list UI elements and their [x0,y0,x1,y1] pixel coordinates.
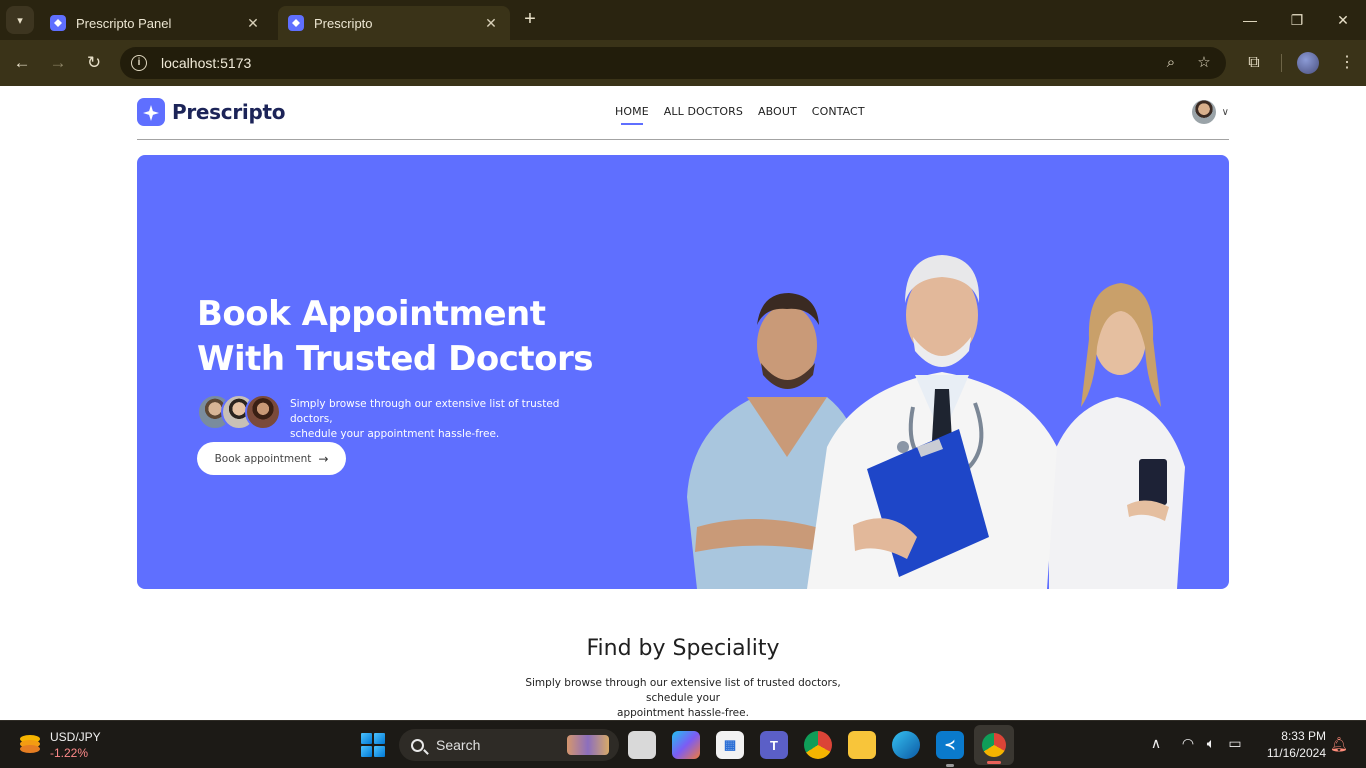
tab-search-menu-button[interactable]: ▾ [6,6,34,34]
hero-banner: Book Appointment With Trusted Doctors Si… [137,155,1229,589]
chrome-icon [982,733,1006,757]
speciality-section-description: Simply browse through our extensive list… [508,676,858,720]
close-tab-icon[interactable]: ✕ [482,15,500,32]
microsoft-store-icon[interactable]: ▦ [716,731,744,759]
new-tab-button[interactable]: + [518,8,542,32]
address-url[interactable]: localhost:5173 [161,55,251,71]
browser-toolbar: ← → ↻ i localhost:5173 ⌕ ☆ ⧉ ⋮ [0,40,1366,86]
logo-text: Prescripto [172,100,286,124]
restore-window-button[interactable]: ❐ [1285,8,1309,32]
doctor-center [807,255,1057,589]
taskbar-clock-time[interactable]: 8:33 PM [1262,729,1326,743]
browser-tab-prescripto[interactable]: Prescripto ✕ [278,6,510,40]
show-hidden-icons-chevron-icon[interactable]: ∧ [1146,735,1166,752]
web-page: Prescripto HOME ALL DOCTORS ABOUT CONTAC… [0,86,1366,720]
site-logo[interactable]: Prescripto [137,98,285,126]
book-appointment-button[interactable]: Book appointment → [197,442,346,475]
browser-menu-icon[interactable]: ⋮ [1335,51,1359,75]
copilot-icon[interactable] [672,731,700,759]
prescripto-favicon-icon [50,15,66,31]
hero-title-line-1: Book Appointment [197,294,546,334]
vscode-icon[interactable]: ≺ [936,731,964,767]
browser-profile-avatar[interactable] [1297,52,1319,74]
prescripto-logo-icon [137,98,165,126]
search-icon [411,738,424,752]
chevron-down-icon[interactable]: ∨ [1222,107,1229,118]
nav-contact[interactable]: CONTACT [812,105,865,118]
site-info-icon[interactable]: i [131,55,147,71]
volume-icon[interactable]: 🔈︎ [1201,735,1221,752]
nav-home[interactable]: HOME [615,105,649,125]
hero-description-line-2: schedule your appointment hassle-free. [290,428,500,440]
main-menu: HOME ALL DOCTORS ABOUT CONTACT [615,105,865,125]
chrome-profile-icon[interactable] [974,725,1014,765]
profile-photo [245,394,281,430]
reload-button[interactable]: ↻ [82,51,106,75]
speciality-description-line-1: Simply browse through our extensive list… [525,677,841,704]
chrome-icon[interactable] [804,731,832,759]
nav-about[interactable]: ABOUT [758,105,797,118]
extensions-icon[interactable]: ⧉ [1242,51,1266,75]
site-navbar: Prescripto HOME ALL DOCTORS ABOUT CONTAC… [137,86,1229,140]
task-view-icon[interactable] [628,731,656,759]
hero-title: Book Appointment With Trusted Doctors [197,292,617,382]
hero-description-line-1: Simply browse through our extensive list… [290,398,560,425]
doctors-header-image [687,255,1185,589]
search-highlight-icon [567,735,609,755]
address-bar[interactable]: i localhost:5173 ⌕ ☆ [120,47,1226,79]
book-appointment-label: Book appointment [214,452,312,465]
hero-description: Simply browse through our extensive list… [290,397,580,442]
taskbar-search[interactable]: Search [399,729,619,761]
stocks-widget-icon[interactable] [18,733,42,755]
forward-button[interactable]: → [46,51,70,75]
close-window-button[interactable]: ✕ [1331,8,1355,32]
group-profiles-image [197,394,281,430]
widget-currency-change[interactable]: -1.22% [50,746,88,760]
teams-icon[interactable]: T [760,731,788,759]
bookmark-star-icon[interactable]: ☆ [1193,52,1215,74]
zoom-icon[interactable]: ⌕ [1160,52,1182,74]
back-button[interactable]: ← [10,51,34,75]
windows-taskbar: USD/JPY -1.22% Search ▦ T ≺ ∧ ◠ 🔈︎ ▭ 8:3… [0,720,1366,768]
edge-icon[interactable] [892,731,920,759]
user-avatar[interactable] [1191,100,1216,124]
file-explorer-icon[interactable] [848,731,876,759]
arrow-right-icon: → [318,451,329,466]
taskbar-search-label: Search [436,737,481,753]
tab-title: Prescripto Panel [76,15,172,31]
speciality-description-line-2: appointment hassle-free. [617,707,749,719]
battery-icon[interactable]: ▭ [1225,735,1245,752]
prescripto-favicon-icon [288,15,304,31]
toolbar-divider [1281,54,1282,72]
nav-all-doctors[interactable]: ALL DOCTORS [664,105,743,118]
close-tab-icon[interactable]: ✕ [244,15,262,32]
notification-bell-icon[interactable]: 🔔︎ [1330,736,1348,752]
speciality-section-title: Find by Speciality [586,636,780,661]
browser-tab-bar: ▾ Prescripto Panel ✕ Prescripto ✕ + — ❐ … [0,0,1366,40]
browser-tab-prescripto-panel[interactable]: Prescripto Panel ✕ [40,6,272,40]
user-profile-menu[interactable]: ∨ [1191,100,1229,124]
hero-title-line-2: With Trusted Doctors [197,339,593,379]
wifi-icon[interactable]: ◠ [1178,735,1198,752]
minimize-window-button[interactable]: — [1238,8,1262,32]
taskbar-clock-date[interactable]: 11/16/2024 [1256,746,1326,760]
widget-currency-pair[interactable]: USD/JPY [50,730,101,744]
tab-title: Prescripto [314,15,373,31]
doctor-right [1049,283,1185,589]
windows-start-icon[interactable] [361,733,385,757]
